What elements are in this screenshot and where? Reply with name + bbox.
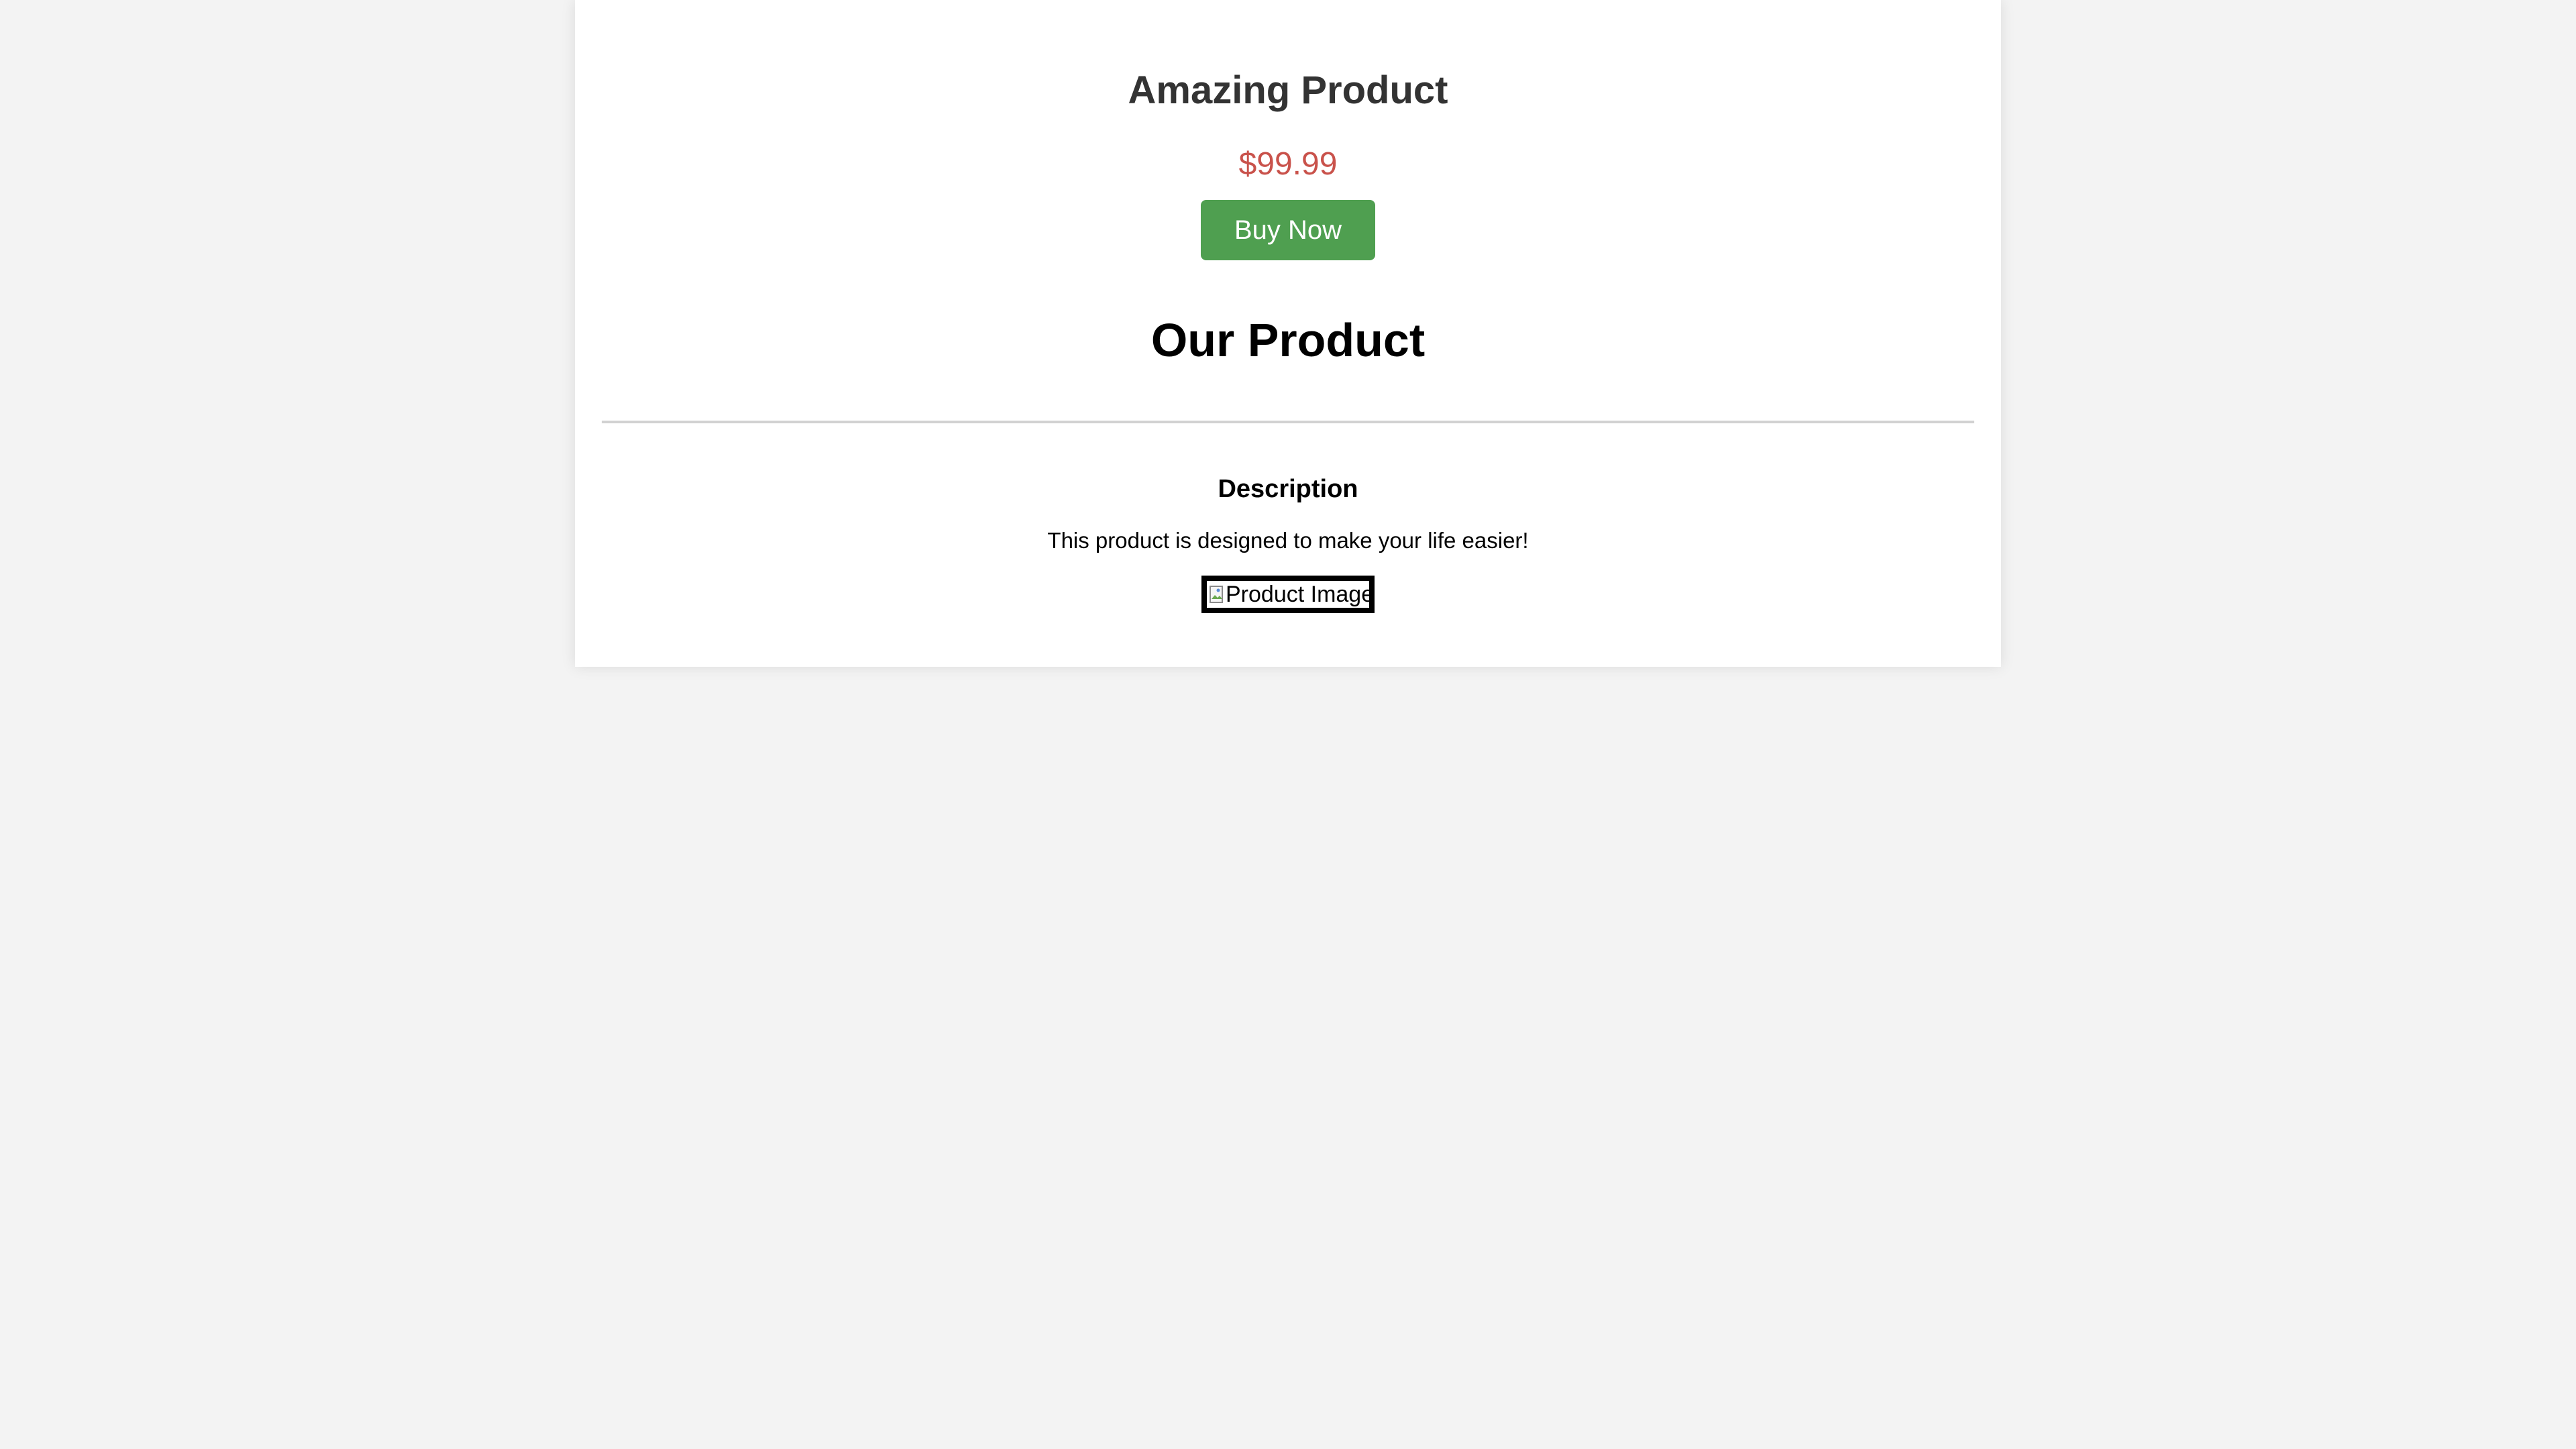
description-heading: Description [1218, 475, 1358, 503]
buy-button-container: Buy Now [575, 200, 2001, 260]
description-text: This product is designed to make your li… [1047, 528, 1529, 553]
product-image-container: Product Image [575, 576, 2001, 613]
buy-now-button[interactable]: Buy Now [1201, 200, 1375, 260]
product-image-alt-text: Product Image [1226, 582, 1375, 607]
section-divider [602, 421, 1974, 423]
product-card: Amazing Product $99.99 Buy Now Our Produ… [575, 0, 2001, 667]
broken-image-icon [1210, 586, 1223, 603]
product-price: $99.99 [1238, 146, 1338, 182]
product-image: Product Image [1201, 576, 1375, 613]
section-title: Our Product [1150, 314, 1426, 366]
product-name: Amazing Product [1128, 68, 1448, 112]
